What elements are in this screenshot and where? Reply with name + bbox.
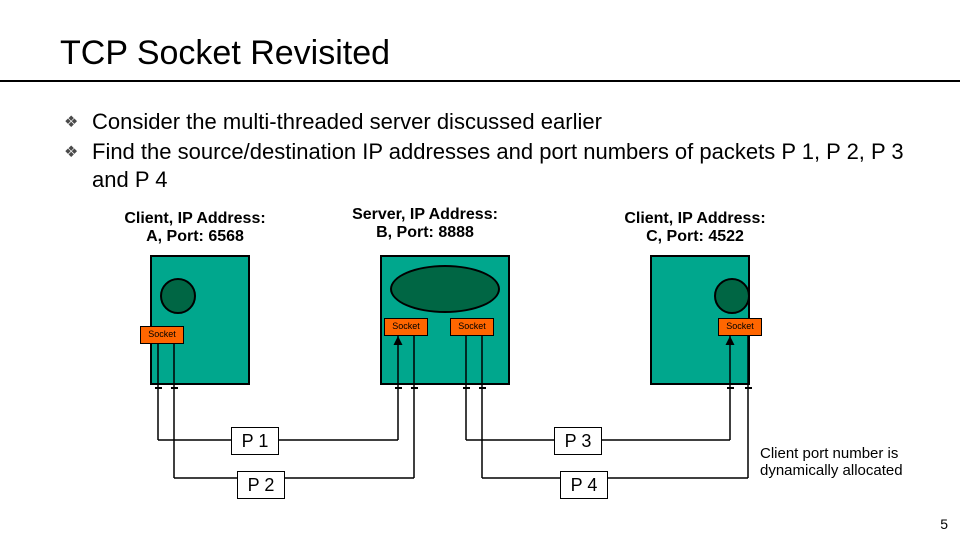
- client-c-line1: Client, IP Address:: [624, 210, 765, 227]
- client-c-label: Client, IP Address: C, Port: 4522: [605, 210, 785, 246]
- bullet-glyph-2: ❖: [64, 142, 78, 162]
- socket-server-right: Socket: [450, 318, 494, 336]
- packet-p4: P 4: [560, 471, 608, 499]
- client-a-process: [160, 278, 196, 314]
- bullet-text-1: Consider the multi-threaded server discu…: [92, 108, 912, 136]
- client-a-host: [150, 255, 250, 385]
- bullet-text-2: Find the source/destination IP addresses…: [92, 138, 912, 193]
- socket-server-left: Socket: [384, 318, 428, 336]
- socket-client-a: Socket: [140, 326, 184, 344]
- title-underline: [0, 80, 960, 82]
- client-a-label: Client, IP Address: A, Port: 6568: [105, 210, 285, 246]
- dynamic-port-note: Client port number is dynamically alloca…: [760, 445, 960, 479]
- server-process-oval: [390, 265, 500, 313]
- server-label: Server, IP Address: B, Port: 8888: [335, 206, 515, 242]
- packet-p2: P 2: [237, 471, 285, 499]
- client-c-line2: C, Port: 4522: [646, 228, 744, 245]
- server-line2: B, Port: 8888: [376, 224, 474, 241]
- client-c-process: [714, 278, 750, 314]
- packet-p3: P 3: [554, 427, 602, 455]
- page-number: 5: [940, 516, 948, 532]
- socket-client-c: Socket: [718, 318, 762, 336]
- slide-title: TCP Socket Revisited: [60, 34, 390, 73]
- client-a-line2: A, Port: 6568: [146, 228, 244, 245]
- bullet-glyph-1: ❖: [64, 112, 78, 132]
- client-a-line1: Client, IP Address:: [124, 210, 265, 227]
- server-line1: Server, IP Address:: [352, 206, 498, 223]
- packet-p1: P 1: [231, 427, 279, 455]
